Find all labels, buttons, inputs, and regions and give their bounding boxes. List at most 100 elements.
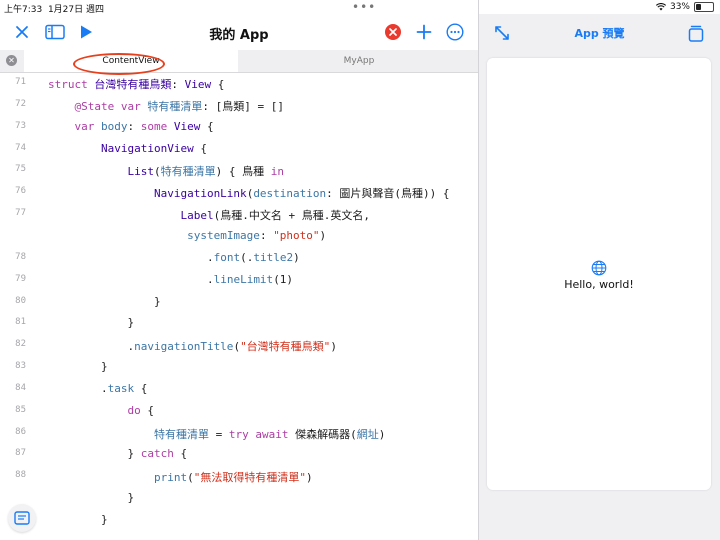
code-token: ( — [187, 471, 194, 485]
code-token: (1) — [273, 272, 294, 286]
code-token: ) { 鳥種 — [215, 165, 271, 179]
line-number: 78 — [15, 251, 26, 262]
line-number: 77 — [15, 208, 26, 219]
code-line[interactable]: 79 .lineLimit(1) — [0, 271, 478, 289]
code-line[interactable]: 77 Label(鳥種.中文名 + 鳥種.英文名, — [0, 205, 478, 223]
code-line[interactable]: 80 } — [0, 293, 478, 311]
editor-toolbar: 我的 App — [0, 14, 478, 50]
code-text: } — [48, 491, 134, 504]
code-line[interactable]: 81 } — [0, 314, 478, 332]
code-token: 特有種清單 — [147, 99, 203, 113]
code-line[interactable]: 76 NavigationLink(destination: 圖片與聲音(鳥種)… — [0, 183, 478, 201]
multitask-dots-icon[interactable]: ••• — [352, 0, 376, 14]
tab-my-app[interactable]: MyApp — [240, 50, 478, 72]
code-line[interactable]: 78 .font(.title2) — [0, 249, 478, 267]
code-line[interactable]: 73 var body: some View { — [0, 118, 478, 136]
code-token: { — [173, 447, 188, 461]
code-text: .font(.title2) — [48, 251, 300, 264]
add-button[interactable] — [412, 20, 436, 44]
line-number: 76 — [15, 186, 26, 197]
code-token: 特有種清單 — [160, 165, 216, 179]
close-tab-icon[interactable]: ✕ — [6, 55, 17, 66]
device-selector-button[interactable] — [685, 22, 707, 44]
code-token: View — [173, 119, 201, 133]
line-number: 79 — [15, 273, 26, 284]
code-token: ) — [305, 471, 313, 485]
code-token: . — [48, 250, 214, 264]
code-line[interactable]: 87 } catch { — [0, 445, 478, 463]
code-line[interactable]: } — [0, 489, 478, 507]
code-text: 特有種清單 = try await 傑森解碼器(網址) — [48, 426, 385, 442]
code-token: in — [270, 165, 284, 179]
code-line[interactable]: 86 特有種清單 = try await 傑森解碼器(網址) — [0, 424, 478, 442]
line-number: 82 — [15, 339, 26, 350]
code-token: NavigationView — [48, 141, 194, 155]
code-token: destination — [253, 187, 327, 201]
code-text: var body: some View { — [48, 119, 213, 133]
line-number: 80 — [15, 295, 26, 306]
code-line[interactable]: } — [0, 511, 478, 529]
code-line[interactable]: 75 List(特有種清單) { 鳥種 in — [0, 161, 478, 179]
battery-fill — [696, 4, 702, 10]
status-bar: 上午7:33 1月27日 週四 ••• 33% — [0, 0, 720, 15]
code-token: body — [100, 119, 128, 133]
status-right: 33% — [655, 2, 714, 12]
code-token: title2 — [253, 250, 294, 264]
globe-icon — [591, 260, 607, 276]
code-text: struct 台灣特有種鳥類: View { — [48, 76, 224, 92]
code-text: .navigationTitle("台灣特有種鳥類") — [48, 338, 336, 354]
line-number: 81 — [15, 317, 26, 328]
code-token: ) — [378, 427, 386, 441]
line-number: 74 — [15, 142, 26, 153]
code-token: 特有種清單 — [48, 427, 209, 441]
issues-button[interactable] — [381, 20, 405, 44]
code-token: ( — [153, 165, 161, 179]
code-line[interactable]: systemImage: "photo") — [0, 227, 478, 245]
code-token: 網址 — [356, 427, 379, 441]
code-line[interactable]: 83 } — [0, 358, 478, 376]
code-token: : 圖片與聲音(鳥種)) { — [326, 187, 450, 201]
line-number: 75 — [15, 164, 26, 175]
line-number: 88 — [15, 470, 26, 481]
line-number: 85 — [15, 404, 26, 415]
line-number: 86 — [15, 426, 26, 437]
code-token: font — [213, 250, 241, 264]
code-text: } — [48, 513, 108, 526]
code-text: } — [48, 316, 134, 329]
wifi-icon — [655, 3, 666, 11]
code-line[interactable]: 88 print("無法取得特有種清單") — [0, 467, 478, 485]
code-token: : — [127, 119, 141, 133]
code-line[interactable]: 82 .navigationTitle("台灣特有種鳥類") — [0, 336, 478, 354]
code-line[interactable]: 84 .task { — [0, 380, 478, 398]
code-line[interactable]: 72 @State var 特有種清單: [鳥類] = [] — [0, 96, 478, 114]
code-text: .lineLimit(1) — [48, 273, 293, 286]
code-text: } — [48, 360, 108, 373]
code-token: "photo" — [273, 228, 320, 242]
annotation-circle — [73, 53, 165, 75]
code-line[interactable]: 71 struct 台灣特有種鳥類: View { — [0, 74, 478, 92]
code-token: print — [48, 471, 188, 485]
code-token: try await — [228, 427, 296, 441]
code-token: { — [211, 78, 225, 91]
more-button[interactable] — [443, 20, 467, 44]
code-token: { — [140, 403, 154, 417]
battery-icon — [694, 2, 714, 12]
code-token: task — [107, 381, 135, 395]
code-token: 台灣特有種鳥類 — [94, 78, 172, 91]
file-tabs: ✕ ContentView MyApp — [0, 50, 478, 73]
documentation-button[interactable] — [8, 504, 36, 532]
code-token: @State var — [48, 99, 148, 113]
code-token: : — [171, 78, 185, 91]
doc-list-icon — [14, 511, 30, 525]
code-token: } — [48, 513, 108, 526]
code-token: } — [48, 360, 108, 374]
code-token: 傑森解碼器( — [295, 427, 357, 441]
line-number: 83 — [15, 361, 26, 372]
code-token: } — [48, 294, 161, 308]
code-line[interactable]: 85 do { — [0, 402, 478, 420]
code-token: "台灣特有種鳥類" — [240, 340, 331, 354]
code-text: print("無法取得特有種清單") — [48, 469, 313, 485]
code-line[interactable]: 74 NavigationView { — [0, 140, 478, 158]
code-token: some — [140, 119, 174, 133]
code-token: } — [48, 447, 141, 461]
